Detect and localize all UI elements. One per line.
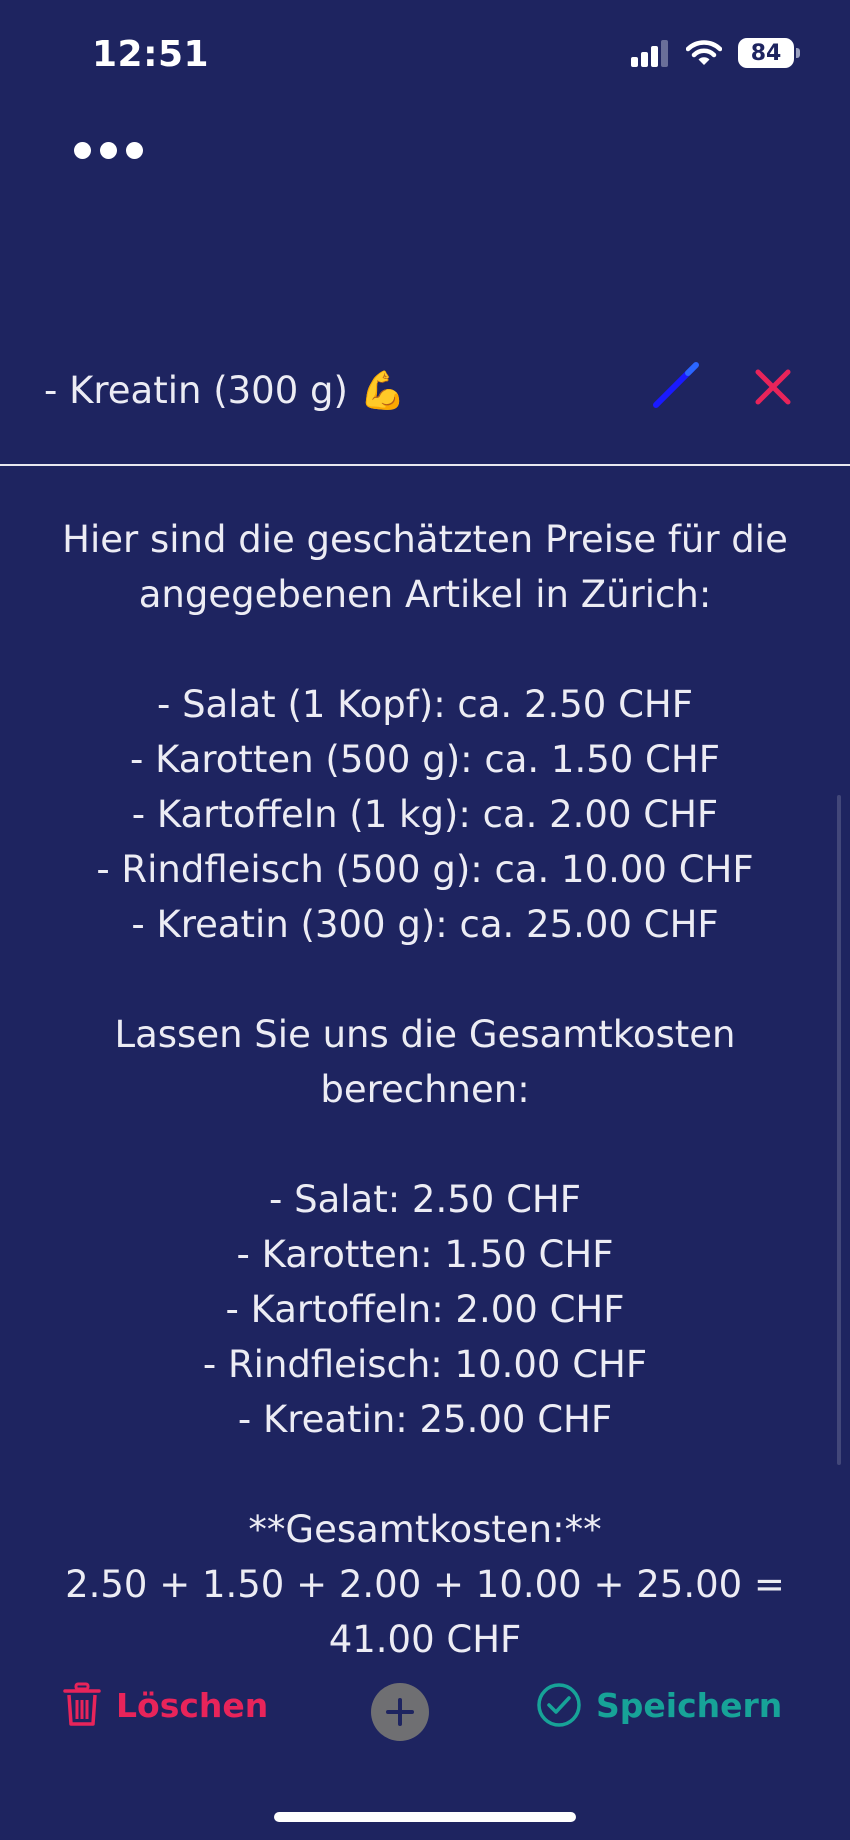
status-bar: 12:51 84	[0, 0, 850, 110]
battery-icon: 84	[738, 38, 800, 68]
status-icons: 84	[630, 38, 800, 68]
close-button[interactable]	[752, 366, 794, 408]
signal-icon	[631, 40, 668, 67]
entry-row: - Kreatin (300 g) 💪	[0, 355, 850, 430]
wifi-icon	[686, 40, 722, 65]
response-text: Hier sind die geschätzten Preise für die…	[62, 518, 788, 1661]
more-button[interactable]	[74, 136, 158, 164]
more-dot	[126, 141, 143, 159]
trash-icon	[63, 1682, 101, 1726]
add-button[interactable]	[371, 1683, 429, 1741]
bottom-action-bar: Löschen Speichern	[0, 1670, 850, 1750]
check-circle-icon	[537, 1683, 581, 1727]
entry-title: - Kreatin (300 g) 💪	[44, 369, 406, 412]
battery-level: 84	[750, 40, 782, 66]
plus-icon	[386, 1698, 414, 1726]
more-dots-icon	[74, 141, 91, 159]
delete-label: Löschen	[116, 1685, 269, 1725]
home-indicator[interactable]	[274, 1812, 576, 1822]
pencil-icon	[653, 362, 699, 408]
save-button[interactable]: Speichern	[536, 1678, 782, 1732]
close-icon	[755, 369, 791, 405]
more-dot	[100, 141, 117, 159]
edit-button[interactable]	[648, 359, 704, 415]
divider	[0, 464, 850, 466]
save-label: Speichern	[596, 1685, 783, 1725]
scrollbar[interactable]	[837, 795, 841, 1465]
status-time: 12:51	[92, 34, 210, 75]
delete-button[interactable]: Löschen	[62, 1678, 268, 1732]
